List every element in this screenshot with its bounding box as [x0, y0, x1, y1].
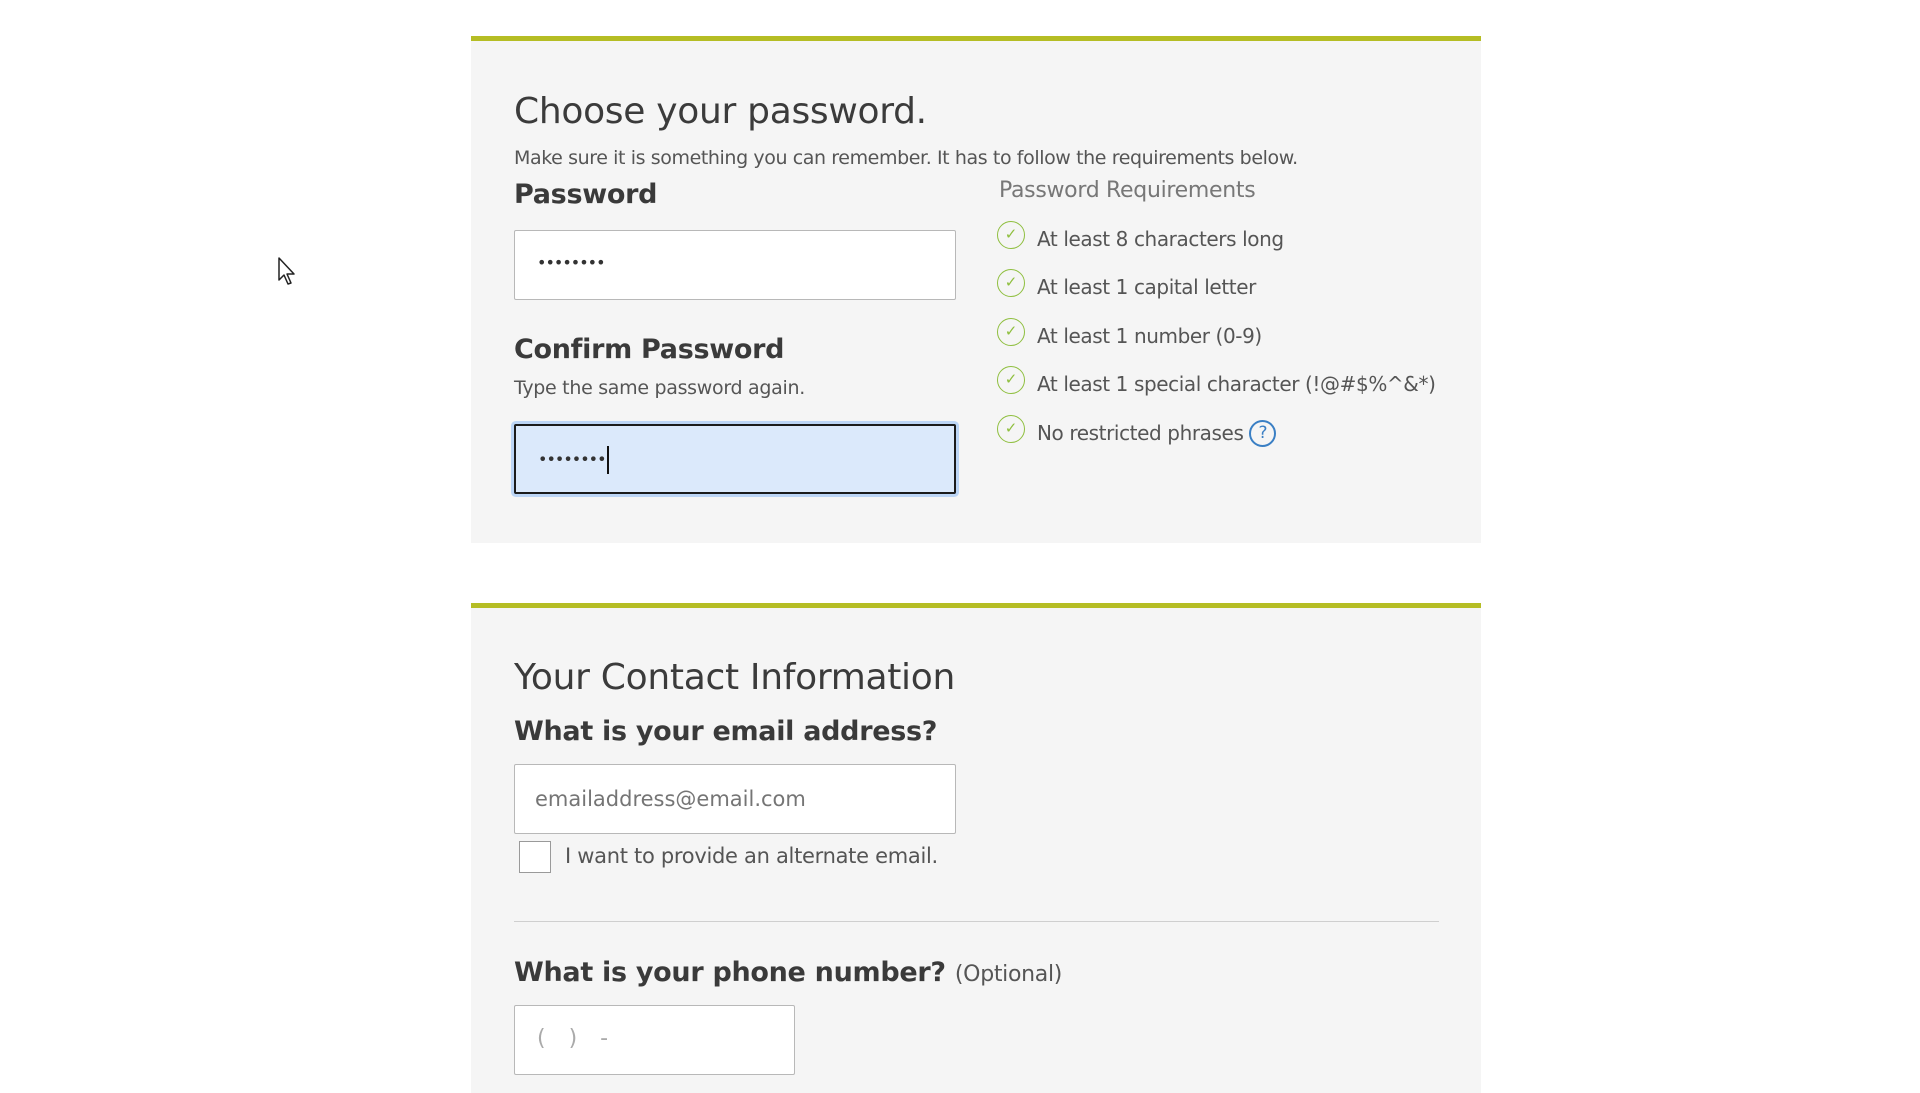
password-value: •••••••• [537, 253, 605, 272]
requirement-label: At least 8 characters long [1037, 227, 1284, 251]
password-section-subtitle: Make sure it is something you can rememb… [514, 147, 1298, 169]
phone-placeholder: ( ) - [537, 1026, 609, 1051]
password-label: Password [514, 179, 658, 210]
contact-panel: Your Contact Information What is your em… [471, 603, 1481, 1093]
requirement-label: At least 1 number (0-9) [1037, 324, 1262, 348]
phone-label: What is your phone number? (Optional) [514, 957, 1062, 988]
text-caret [606, 446, 609, 474]
requirement-item: ✓ No restricted phrases ? [997, 415, 1277, 450]
requirement-label: At least 1 special character (!@#$%^&*) [1037, 372, 1436, 396]
alternate-email-label: I want to provide an alternate email. [565, 844, 938, 868]
optional-tag: (Optional) [954, 962, 1063, 987]
check-circle-icon: ✓ [997, 269, 1025, 297]
requirement-label: No restricted phrases [1037, 421, 1244, 445]
section-divider [514, 921, 1439, 922]
check-circle-icon: ✓ [997, 366, 1025, 394]
requirement-item: ✓ At least 1 number (0-9) [997, 318, 1262, 353]
password-panel: Choose your password. Make sure it is so… [471, 36, 1481, 543]
email-input[interactable] [514, 764, 956, 834]
requirement-item: ✓ At least 8 characters long [997, 221, 1284, 256]
requirement-item: ✓ At least 1 capital letter [997, 269, 1256, 304]
check-circle-icon: ✓ [997, 318, 1025, 346]
alternate-email-checkbox[interactable] [519, 841, 551, 873]
contact-section-title: Your Contact Information [514, 657, 955, 698]
phone-input[interactable]: ( ) - [514, 1005, 795, 1075]
phone-label-text: What is your phone number? [514, 957, 946, 988]
email-label: What is your email address? [514, 716, 938, 747]
password-section-title: Choose your password. [514, 91, 927, 132]
confirm-password-hint: Type the same password again. [514, 377, 805, 399]
mouse-cursor-icon [278, 257, 295, 285]
confirm-password-input[interactable]: •••••••• [514, 424, 956, 494]
confirm-password-value-wrap: •••••••• [538, 446, 609, 474]
requirement-item: ✓ At least 1 special character (!@#$%^&*… [997, 366, 1436, 401]
check-circle-icon: ✓ [997, 221, 1025, 249]
help-icon[interactable]: ? [1249, 419, 1277, 447]
password-input[interactable]: •••••••• [514, 230, 956, 300]
requirement-label: At least 1 capital letter [1037, 275, 1256, 299]
requirements-title: Password Requirements [999, 178, 1256, 203]
check-circle-icon: ✓ [997, 415, 1025, 443]
confirm-password-label: Confirm Password [514, 334, 785, 365]
confirm-password-value: •••••••• [538, 449, 606, 469]
